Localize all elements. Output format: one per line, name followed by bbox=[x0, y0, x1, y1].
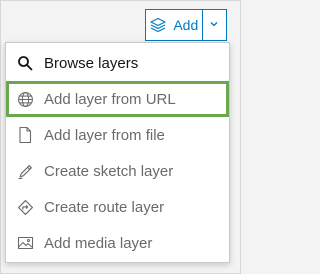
menu-item-label: Add layer from URL bbox=[44, 90, 176, 108]
menu-item-label: Create sketch layer bbox=[44, 162, 174, 180]
menu-item-label: Create route layer bbox=[44, 198, 165, 216]
add-split-button: Add bbox=[145, 9, 227, 41]
image-icon bbox=[16, 234, 34, 252]
search-icon bbox=[16, 54, 34, 72]
add-button-label: Add bbox=[173, 17, 199, 33]
menu-item-create-route-layer[interactable]: Create route layer bbox=[6, 189, 229, 225]
chevron-down-icon bbox=[209, 16, 219, 34]
pencil-icon bbox=[16, 162, 34, 180]
menu-item-label: Add media layer bbox=[44, 234, 153, 252]
add-dropdown-toggle[interactable] bbox=[201, 10, 226, 40]
route-icon bbox=[16, 198, 34, 216]
menu-item-label: Add layer from file bbox=[44, 126, 165, 144]
add-layer-menu: Browse layers Add layer from URL Add lay… bbox=[5, 42, 230, 263]
menu-item-label: Browse layers bbox=[44, 54, 139, 72]
menu-item-add-media-layer[interactable]: Add media layer bbox=[6, 225, 229, 261]
menu-item-add-layer-from-file[interactable]: Add layer from file bbox=[6, 117, 229, 153]
add-button[interactable]: Add bbox=[146, 10, 202, 40]
file-icon bbox=[16, 126, 34, 144]
globe-icon bbox=[16, 90, 34, 108]
menu-item-browse-layers[interactable]: Browse layers bbox=[6, 45, 229, 81]
menu-item-create-sketch-layer[interactable]: Create sketch layer bbox=[6, 153, 229, 189]
menu-item-add-layer-from-url[interactable]: Add layer from URL bbox=[6, 81, 229, 117]
panel-frame: Add Browse layers Add layer from URL Add… bbox=[0, 0, 241, 274]
layers-add-icon bbox=[149, 16, 167, 34]
